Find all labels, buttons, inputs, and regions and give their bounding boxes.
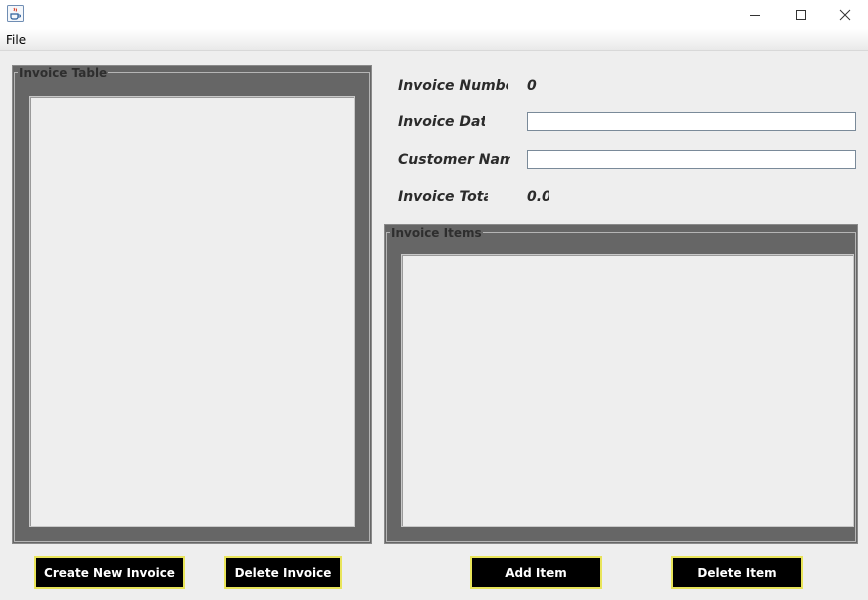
add-item-button[interactable]: Add Item <box>470 556 602 589</box>
invoice-date-field[interactable] <box>527 112 856 131</box>
java-coffee-icon <box>7 5 24 22</box>
close-icon[interactable] <box>822 0 868 29</box>
invoice-items-table[interactable] <box>401 254 854 527</box>
invoice-number-label: Invoice Number <box>398 78 508 94</box>
maximize-icon[interactable] <box>778 0 824 29</box>
invoice-table[interactable] <box>29 96 355 527</box>
invoice-number-value: 0 <box>527 78 537 94</box>
invoice-items-title: Invoice Items <box>390 226 483 240</box>
customer-name-label: Customer Name <box>398 152 510 168</box>
invoice-date-label: Invoice Date <box>398 114 485 130</box>
delete-invoice-button[interactable]: Delete Invoice <box>224 556 342 589</box>
minimize-icon[interactable] <box>732 0 778 29</box>
customer-name-field[interactable] <box>527 150 856 169</box>
menu-bar <box>0 29 868 51</box>
invoice-total-label: Invoice Total <box>398 189 488 205</box>
invoice-total-value: 0.0 <box>527 189 549 205</box>
invoice-table-title: Invoice Table <box>18 66 109 80</box>
menu-file[interactable]: File <box>6 32 26 48</box>
delete-item-button[interactable]: Delete Item <box>671 556 803 589</box>
create-invoice-button[interactable]: Create New Invoice <box>34 556 185 589</box>
